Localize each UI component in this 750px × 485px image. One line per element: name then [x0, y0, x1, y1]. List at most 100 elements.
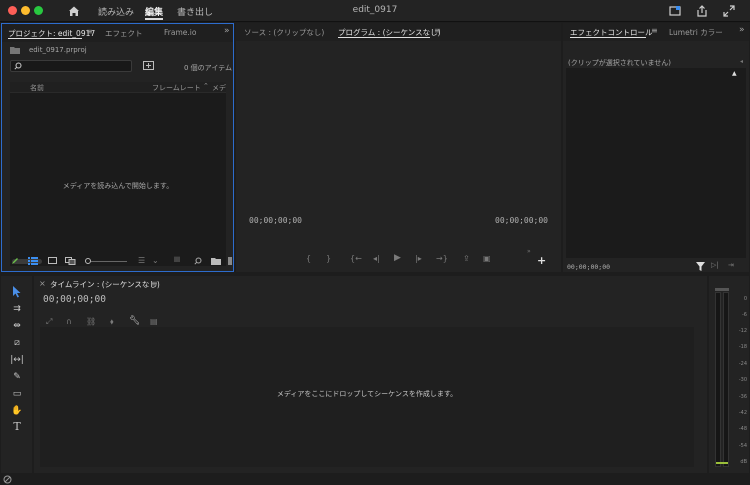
- monitor-tab-bar: ソース : (クリップなし) プログラム : (シーケンスなし) ≡: [236, 23, 561, 41]
- insert-sequence-icon[interactable]: ⤢: [46, 317, 52, 327]
- meter-tick: -36: [738, 394, 747, 400]
- go-to-out-icon[interactable]: →}: [436, 254, 448, 263]
- step-forward-icon[interactable]: |▸: [415, 254, 422, 263]
- meter-peak-indicator: [715, 288, 729, 291]
- column-media[interactable]: メデ: [212, 83, 226, 93]
- tab-source[interactable]: ソース : (クリップなし): [244, 27, 324, 38]
- export-frame-icon[interactable]: ▣: [483, 254, 491, 263]
- meter-tick: dB: [740, 459, 747, 465]
- project-file-name: edit_0917.prproj: [29, 46, 87, 54]
- project-tab-bar: プロジェクト: edit_0917 ≡ エフェクト Frame.io »: [2, 24, 233, 42]
- more-tabs-icon[interactable]: »: [224, 26, 230, 36]
- meter-tick: -24: [738, 361, 747, 367]
- tab-timeline[interactable]: タイムライン : (シーケンスなし): [50, 279, 160, 290]
- snap-icon[interactable]: ∩: [66, 317, 72, 326]
- ripple-edit-tool[interactable]: ⇹: [10, 320, 24, 332]
- timeline-timecode[interactable]: 00;00;00;00: [43, 294, 106, 305]
- no-clip-message: (クリップが選択されていません): [568, 59, 672, 67]
- meter-tick: -42: [738, 410, 747, 416]
- go-to-in-icon[interactable]: {←: [350, 254, 362, 263]
- meter-tick: -18: [738, 344, 747, 350]
- workspaces-icon[interactable]: [668, 4, 682, 18]
- search-icon: [14, 62, 22, 70]
- type-tool[interactable]: T: [10, 421, 24, 433]
- freeform-view-icon[interactable]: [65, 257, 76, 265]
- panel-menu-icon[interactable]: ≡: [151, 279, 158, 288]
- status-indicator-icon[interactable]: [3, 475, 12, 484]
- column-framerate[interactable]: フレームレート: [152, 83, 201, 93]
- wrench-icon[interactable]: 🔧︎: [129, 316, 140, 326]
- sort-chevron-icon[interactable]: ⌃: [203, 82, 209, 90]
- audio-meter-panel: 0 -6 -12 -18 -24 -30 -36 -42 -48 -54 dB: [709, 276, 749, 473]
- playhead-timecode[interactable]: 00;00;00;00: [249, 216, 302, 225]
- rectangle-tool[interactable]: ▭: [10, 388, 24, 400]
- active-tab-underline: [570, 37, 646, 38]
- pencil-icon[interactable]: [11, 257, 19, 265]
- tab-lumetri-color[interactable]: Lumetri カラー: [669, 27, 723, 38]
- more-controls-icon[interactable]: »: [527, 248, 531, 255]
- add-marker-icon[interactable]: ⬧: [110, 317, 114, 327]
- close-icon[interactable]: ×: [39, 279, 46, 288]
- new-bin-icon[interactable]: [211, 257, 221, 265]
- filter-icon[interactable]: [696, 262, 705, 271]
- mark-out-icon[interactable]: }: [326, 254, 331, 263]
- loop-icon[interactable]: ⇥: [728, 261, 734, 269]
- tab-effects[interactable]: エフェクト: [105, 28, 143, 39]
- bin-icon: [10, 47, 20, 54]
- effect-tab-bar: エフェクトコントロール ≡ Lumetri カラー »: [563, 23, 749, 41]
- sort-chevron-down-icon[interactable]: ⌄: [152, 256, 159, 265]
- step-back-icon[interactable]: ◂|: [373, 254, 380, 263]
- play-icon[interactable]: ▶: [394, 253, 401, 263]
- collapse-icon[interactable]: ◂: [740, 58, 743, 65]
- sort-icon[interactable]: ☰: [138, 256, 145, 265]
- empty-message: メディアを読み込んで開始します。: [62, 182, 174, 190]
- hand-tool[interactable]: ✋: [10, 405, 24, 417]
- panel-menu-icon[interactable]: ≡: [651, 26, 658, 35]
- panel-menu-icon[interactable]: ≡: [86, 27, 93, 36]
- meter-tick: 0: [743, 296, 747, 302]
- share-icon[interactable]: [695, 4, 709, 18]
- meter-tick: -12: [738, 328, 747, 334]
- meter-tick: -6: [742, 312, 747, 318]
- selection-tool[interactable]: [10, 286, 24, 298]
- keyframe-area[interactable]: [566, 68, 746, 258]
- project-list[interactable]: 名前 フレームレート ⌃ メデ メディアを読み込んで開始します。: [10, 82, 226, 266]
- zoom-slider-track[interactable]: [91, 261, 127, 262]
- meter-tick: -30: [738, 377, 747, 383]
- meter-tick: -48: [738, 426, 747, 432]
- automate-to-sequence-icon[interactable]: ⫴⫴: [174, 256, 180, 265]
- more-tabs-icon[interactable]: »: [739, 25, 745, 35]
- list-view-icon[interactable]: [28, 257, 38, 265]
- new-item-icon[interactable]: [228, 257, 232, 265]
- slip-tool[interactable]: |↔|: [10, 354, 24, 366]
- drop-message: メディアをここにドロップしてシーケンスを作成します。: [276, 390, 458, 398]
- tab-frameio[interactable]: Frame.io: [164, 28, 196, 37]
- meter-left-channel: [715, 292, 721, 467]
- project-panel: プロジェクト: edit_0917 ≡ エフェクト Frame.io » edi…: [1, 23, 234, 272]
- active-tab-indicator: [145, 18, 163, 20]
- linked-selection-icon[interactable]: ⛓: [86, 317, 96, 326]
- panel-menu-icon[interactable]: ≡: [434, 26, 441, 35]
- active-tab-underline: [8, 38, 82, 39]
- track-select-tool[interactable]: ⇉: [10, 303, 24, 315]
- captions-icon[interactable]: ▤: [150, 317, 158, 326]
- effect-timecode[interactable]: 00;00;00;00: [567, 263, 610, 271]
- mark-in-icon[interactable]: {: [306, 254, 311, 263]
- timeline-panel: × タイムライン : (シーケンスなし) ≡ 00;00;00;00 ⤢ ∩ ⛓…: [34, 276, 707, 473]
- lift-icon[interactable]: ⇪: [463, 254, 470, 263]
- find-icon[interactable]: [194, 257, 202, 265]
- active-tab-underline: [338, 37, 430, 38]
- top-bar: 読み込み 編集 書き出し edit_0917: [0, 0, 750, 22]
- play-audio-icon[interactable]: ▷|: [711, 261, 719, 269]
- razor-tool[interactable]: ⧄: [10, 337, 24, 349]
- meter-tick: -54: [738, 443, 747, 449]
- column-name[interactable]: 名前: [30, 83, 44, 93]
- pen-tool[interactable]: ✎: [10, 371, 24, 383]
- button-editor-plus-icon[interactable]: +: [537, 254, 546, 267]
- timeline-drop-area[interactable]: メディアをここにドロップしてシーケンスを作成します。: [40, 327, 694, 467]
- icon-view-icon[interactable]: [48, 257, 57, 265]
- fullscreen-icon[interactable]: [722, 4, 736, 18]
- scroll-up-icon[interactable]: ▲: [732, 70, 737, 77]
- search-input[interactable]: [10, 60, 132, 72]
- new-search-bin-icon[interactable]: [143, 61, 154, 70]
